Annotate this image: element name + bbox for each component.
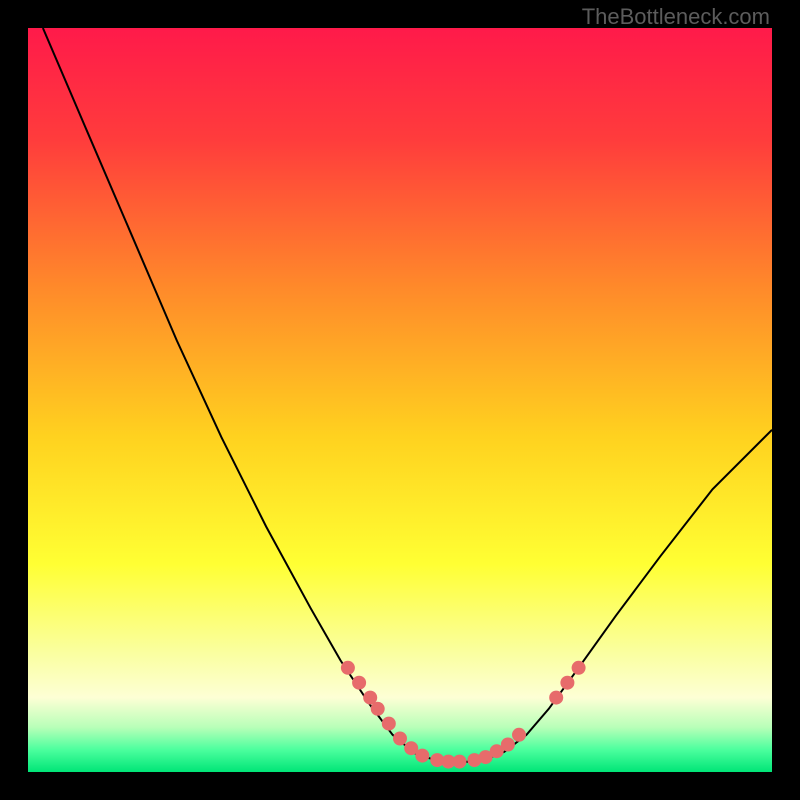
marker-dot [512, 728, 526, 742]
marker-dot [341, 661, 355, 675]
plot-background [28, 28, 772, 772]
marker-dot [572, 661, 586, 675]
watermark-text: TheBottleneck.com [582, 4, 770, 30]
marker-dot [371, 702, 385, 716]
marker-dot [352, 676, 366, 690]
marker-dot [382, 717, 396, 731]
marker-dot [393, 732, 407, 746]
chart-container: TheBottleneck.com [0, 0, 800, 800]
marker-dot [453, 755, 467, 769]
chart-svg [28, 28, 772, 772]
marker-dot [415, 749, 429, 763]
marker-dot [560, 676, 574, 690]
marker-dot [549, 691, 563, 705]
marker-dot [501, 738, 515, 752]
